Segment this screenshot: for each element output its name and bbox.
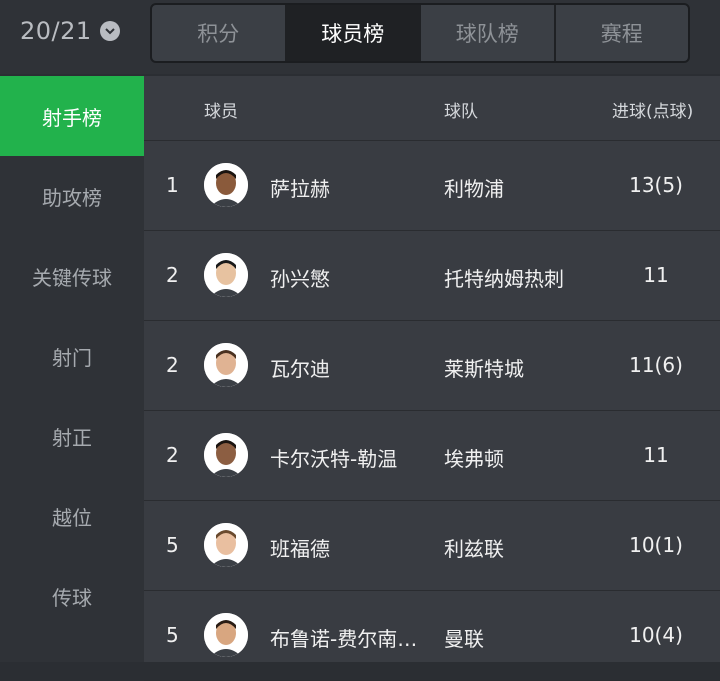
player-team: 利兹联	[444, 537, 504, 561]
player-goals: 11	[643, 263, 669, 287]
table-body: 1 萨拉赫 利物浦 13(5) 2 孙兴慜 托特纳姆热刺 11 2 瓦尔迪 莱斯特城 11(6) 2 卡尔…	[144, 141, 720, 681]
main-tabs: 积分 球员榜 球队榜 赛程	[150, 3, 690, 63]
player-team: 曼联	[444, 627, 484, 651]
player-avatar	[204, 523, 248, 567]
column-header-team: 球队	[444, 102, 478, 122]
player-team: 埃弗顿	[444, 447, 504, 471]
player-rank: 2	[166, 353, 179, 377]
table-row[interactable]: 2 卡尔沃特-勒温 埃弗顿 11	[144, 411, 720, 501]
tab-team-rankings[interactable]: 球队榜	[421, 5, 556, 61]
player-name: 孙兴慜	[270, 267, 330, 291]
tab-standings[interactable]: 积分	[152, 5, 287, 61]
sidebar-item-passes[interactable]: 传球	[0, 556, 144, 636]
player-team: 托特纳姆热刺	[444, 267, 564, 291]
player-name: 布鲁诺-费尔南…	[270, 627, 418, 651]
tab-player-rankings[interactable]: 球员榜	[286, 5, 421, 61]
player-goals: 10(1)	[629, 533, 683, 557]
table-row[interactable]: 2 孙兴慜 托特纳姆热刺 11	[144, 231, 720, 321]
player-rank: 5	[166, 623, 179, 647]
column-header-player: 球员	[204, 102, 238, 122]
table-row[interactable]: 5 班福德 利兹联 10(1)	[144, 501, 720, 591]
player-rank: 5	[166, 533, 179, 557]
player-avatar	[204, 163, 248, 207]
player-team: 利物浦	[444, 177, 504, 201]
player-rank: 2	[166, 443, 179, 467]
table-row[interactable]: 1 萨拉赫 利物浦 13(5)	[144, 141, 720, 231]
tab-schedule[interactable]: 赛程	[556, 5, 689, 61]
player-goals: 11	[643, 443, 669, 467]
player-goals: 13(5)	[629, 173, 683, 197]
sidebar-item-shots[interactable]: 射门	[0, 316, 144, 396]
season-label: 20/21	[20, 17, 92, 45]
player-avatar	[204, 343, 248, 387]
player-name: 卡尔沃特-勒温	[270, 447, 398, 471]
player-name: 班福德	[270, 537, 330, 561]
sidebar-item-key-passes[interactable]: 关键传球	[0, 236, 144, 316]
table-header: 球员 球队 进球(点球)	[144, 76, 720, 141]
table-row[interactable]: 2 瓦尔迪 莱斯特城 11(6)	[144, 321, 720, 411]
scorers-table: 球员 球队 进球(点球) 1 萨拉赫 利物浦 13(5) 2 孙兴慜 托特纳姆热刺 11 2 瓦尔…	[144, 76, 720, 681]
sidebar-item-shots-on-target[interactable]: 射正	[0, 396, 144, 476]
player-avatar	[204, 253, 248, 297]
top-bar: 20/21 积分 球员榜 球队榜 赛程	[0, 0, 720, 74]
player-name: 萨拉赫	[270, 177, 330, 201]
player-avatar	[204, 433, 248, 477]
player-goals: 10(4)	[629, 623, 683, 647]
column-header-goals: 进球(点球)	[612, 102, 694, 122]
season-selector[interactable]: 20/21	[20, 14, 120, 48]
player-avatar	[204, 613, 248, 657]
sidebar-item-offsides[interactable]: 越位	[0, 476, 144, 556]
sidebar-item-assists[interactable]: 助攻榜	[0, 156, 144, 236]
stats-sidebar: 射手榜 助攻榜 关键传球 射门 射正 越位 传球	[0, 76, 144, 662]
player-rank: 2	[166, 263, 179, 287]
player-name: 瓦尔迪	[270, 357, 330, 381]
sidebar-item-top-scorers[interactable]: 射手榜	[0, 76, 144, 156]
player-goals: 11(6)	[629, 353, 683, 377]
table-row[interactable]: 5 布鲁诺-费尔南… 曼联 10(4)	[144, 591, 720, 681]
chevron-down-icon	[99, 21, 120, 41]
player-team: 莱斯特城	[444, 357, 524, 381]
player-rank: 1	[166, 173, 179, 197]
